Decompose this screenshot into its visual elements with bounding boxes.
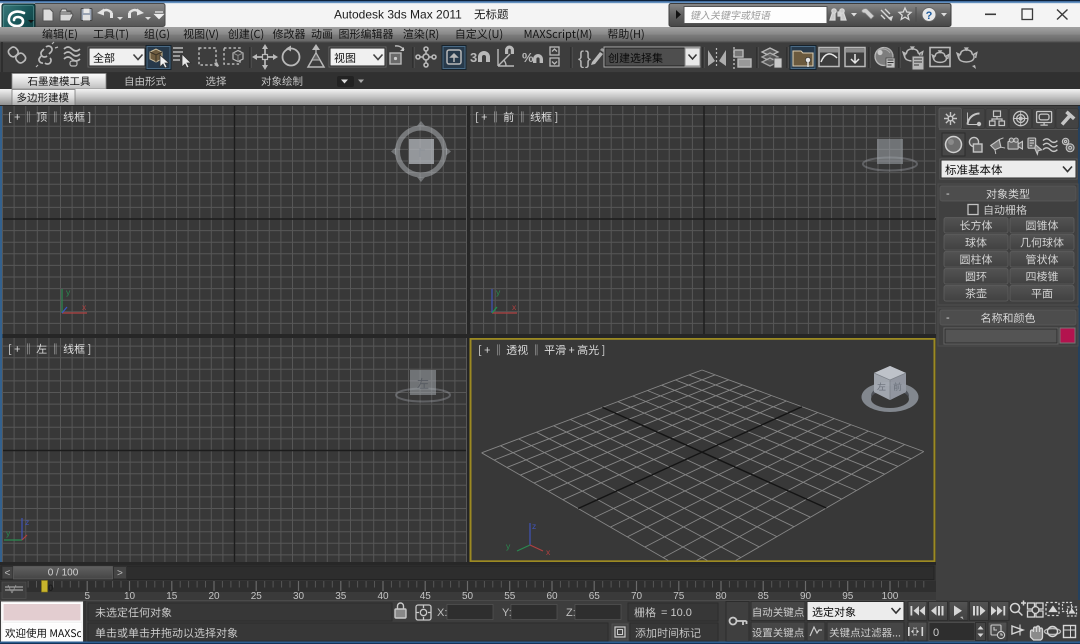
- svg-text:-: -: [946, 188, 950, 200]
- svg-text:0: 0: [933, 627, 939, 639]
- svg-text:Y:: Y:: [502, 607, 512, 619]
- svg-text:%: %: [522, 50, 534, 65]
- svg-text:}: }: [585, 48, 591, 68]
- svg-text:0: 0: [48, 583, 53, 594]
- svg-text:Autodesk 3ds Max 2011: Autodesk 3ds Max 2011: [334, 8, 462, 22]
- svg-text:z: z: [532, 521, 536, 531]
- svg-text:-: -: [946, 312, 950, 324]
- svg-text:X:: X:: [437, 607, 447, 619]
- svg-text:<: <: [5, 568, 11, 579]
- svg-text:>: >: [117, 568, 123, 579]
- svg-text:{: {: [578, 48, 584, 68]
- svg-text:Z:: Z:: [566, 607, 576, 619]
- svg-text:= 10.0: = 10.0: [661, 607, 692, 619]
- svg-text:0 / 100: 0 / 100: [48, 568, 79, 579]
- svg-text:?: ?: [926, 10, 933, 22]
- svg-text:3: 3: [470, 50, 477, 65]
- svg-text:z: z: [25, 517, 29, 527]
